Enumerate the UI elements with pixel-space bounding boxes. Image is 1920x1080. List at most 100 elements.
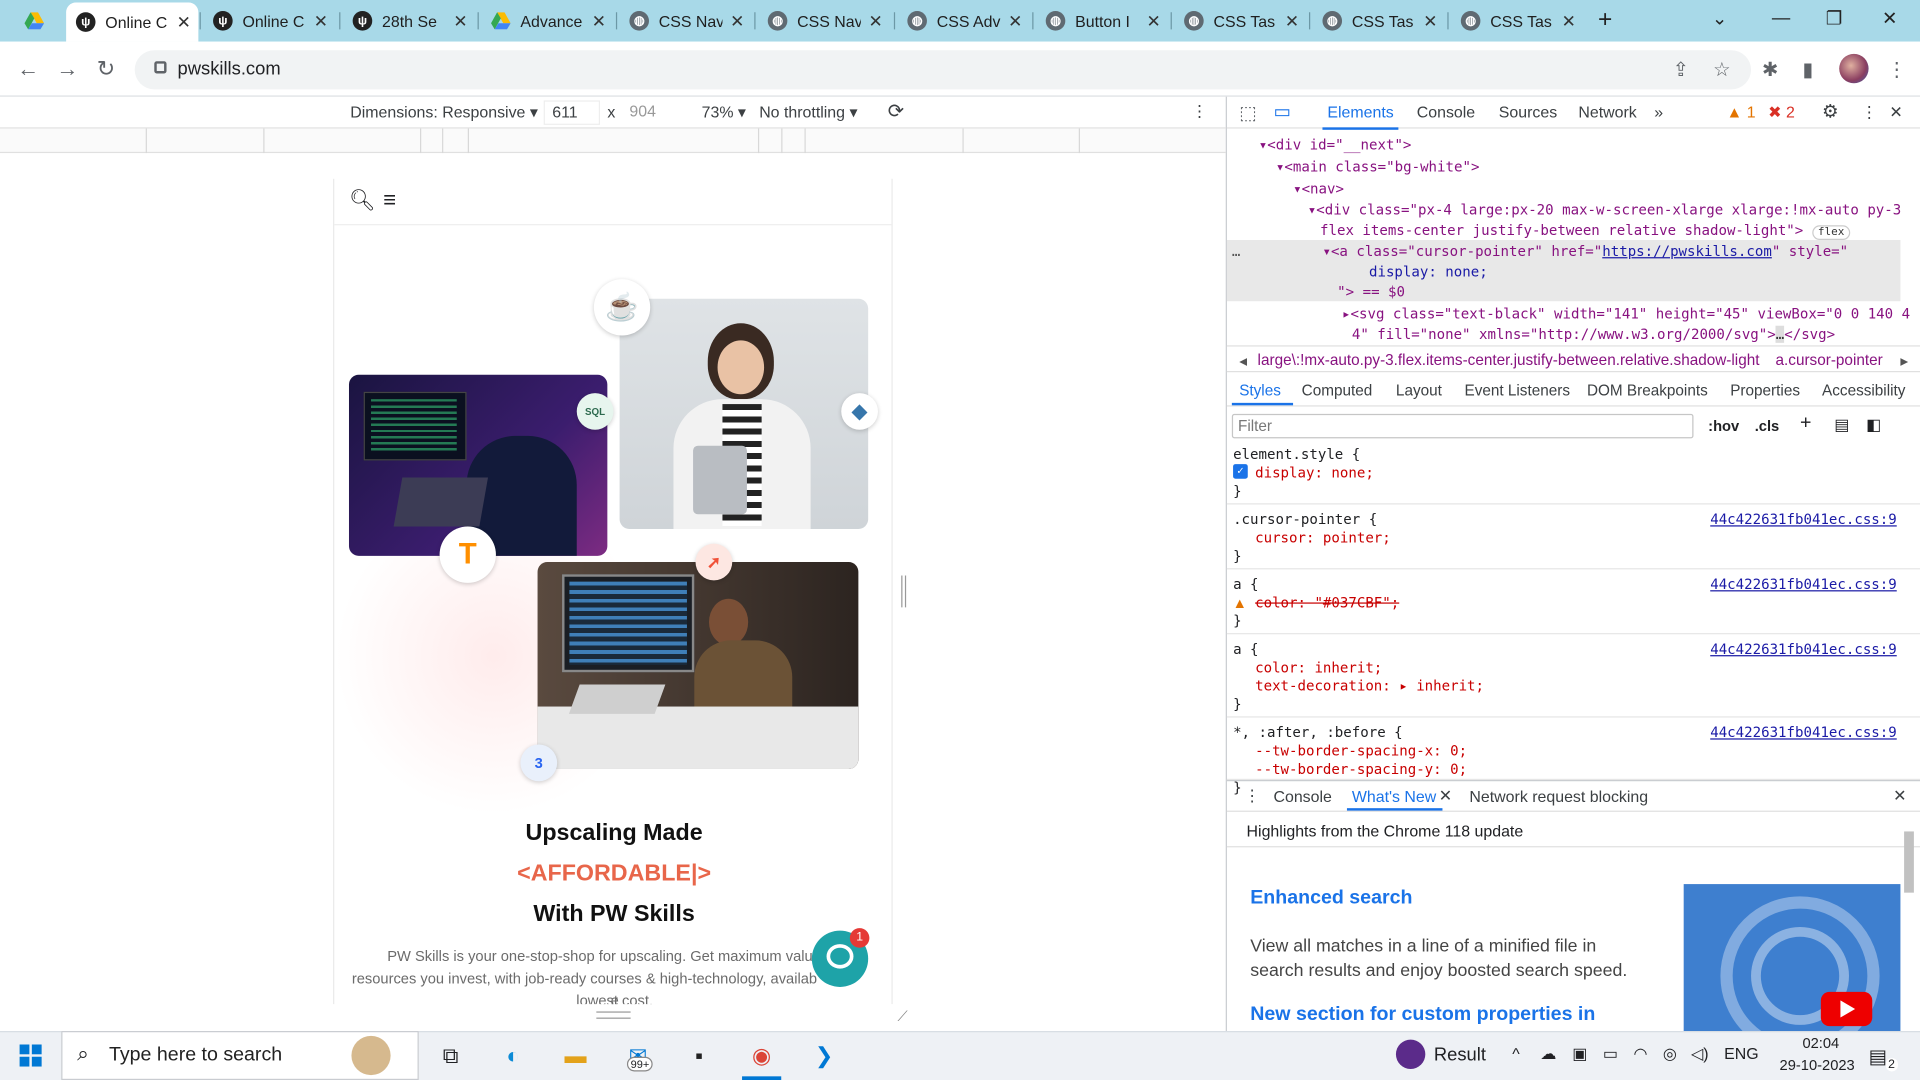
drawer-tab-network-blocking[interactable]: Network request blocking bbox=[1469, 787, 1648, 805]
dimensions-select[interactable]: Dimensions: Responsive ▾ bbox=[350, 103, 538, 123]
browser-tab[interactable]: ◍ CSS Tas ✕ bbox=[1451, 5, 1583, 37]
minimize-button[interactable]: — bbox=[1772, 7, 1790, 28]
file-explorer-icon[interactable]: ▬ bbox=[558, 1040, 592, 1072]
property-checkbox[interactable]: ✓ bbox=[1233, 464, 1248, 479]
styles-filter-input[interactable]: Filter bbox=[1231, 413, 1694, 439]
breadcrumb-anchor[interactable]: a.cursor-pointer bbox=[1776, 351, 1883, 368]
tab-elements[interactable]: Elements bbox=[1322, 103, 1399, 130]
browser-tab[interactable]: ◍ CSS Tas ✕ bbox=[1313, 5, 1445, 37]
chrome-menu-icon[interactable]: ⋮ bbox=[1887, 58, 1907, 82]
camera-icon[interactable]: ◎ bbox=[1663, 1044, 1677, 1064]
resize-handle-bottom[interactable] bbox=[596, 1011, 631, 1019]
browser-tab[interactable]: Advance ✕ bbox=[481, 5, 613, 37]
css-property[interactable]: --tw-border-spacing-x: 0; bbox=[1255, 742, 1467, 759]
whats-new-video-thumbnail[interactable] bbox=[1683, 884, 1901, 1032]
chrome-icon[interactable]: ◉ bbox=[744, 1040, 778, 1072]
share-icon[interactable]: ⇪ bbox=[1673, 58, 1689, 82]
styles-subtab-properties[interactable]: Properties bbox=[1730, 382, 1800, 399]
errors-count[interactable]: ✖ 2 bbox=[1768, 103, 1795, 123]
profile-avatar[interactable] bbox=[1839, 53, 1869, 84]
css-property[interactable]: cursor: pointer; bbox=[1255, 529, 1391, 546]
new-style-rule-icon[interactable]: + bbox=[1800, 413, 1811, 435]
reload-icon[interactable]: ↻ bbox=[97, 56, 115, 82]
css-rule-source-link[interactable]: 44c422631fb041ec.css:9 bbox=[1710, 511, 1897, 528]
notifications-icon[interactable]: ▤ bbox=[1869, 1044, 1888, 1068]
tray-overflow-icon[interactable]: ^ bbox=[1512, 1044, 1519, 1062]
throttling-select[interactable]: No throttling ▾ bbox=[759, 103, 857, 123]
close-tab-icon[interactable]: ✕ bbox=[453, 10, 467, 31]
tab-sources[interactable]: Sources bbox=[1499, 103, 1557, 121]
language-indicator[interactable]: ENG bbox=[1724, 1044, 1758, 1062]
volume-icon[interactable]: ◁) bbox=[1691, 1044, 1709, 1064]
tab-network[interactable]: Network bbox=[1578, 103, 1636, 121]
flex-badge[interactable]: flex bbox=[1811, 225, 1851, 241]
battery-icon[interactable]: ▭ bbox=[1603, 1044, 1618, 1064]
clock-date[interactable]: 29-10-2023 bbox=[1768, 1057, 1866, 1074]
bookmark-star-icon[interactable]: ☆ bbox=[1713, 58, 1731, 82]
browser-tab[interactable]: ψ Online C ✕ bbox=[66, 2, 199, 42]
close-window-button[interactable]: ✕ bbox=[1882, 7, 1897, 30]
close-tab-icon[interactable]: ✕ bbox=[1423, 10, 1437, 31]
breadcrumb-div[interactable]: large\:!mx-auto.py-3.flex.items-center.j… bbox=[1258, 351, 1760, 368]
vscode-icon[interactable]: ❯ bbox=[807, 1040, 841, 1072]
lock-icon[interactable] bbox=[154, 61, 167, 74]
close-tab-icon[interactable]: ✕ bbox=[1146, 10, 1160, 31]
drawer-tab-console[interactable]: Console bbox=[1273, 787, 1331, 805]
settings-gear-icon[interactable]: ⚙ bbox=[1822, 100, 1838, 123]
css-property[interactable]: --tw-border-spacing-y: 0; bbox=[1255, 760, 1467, 777]
styles-subtab-computed[interactable]: Computed bbox=[1302, 382, 1373, 399]
dom-node-svg-cont[interactable]: 4" fill="none" xmlns="http://www.w3.org/… bbox=[1352, 325, 1835, 343]
css-rule[interactable]: element.style {✓ display: none;} bbox=[1226, 443, 1920, 505]
css-property[interactable]: text-decoration: ▸ inherit; bbox=[1255, 677, 1484, 694]
more-tabs-icon[interactable]: » bbox=[1654, 103, 1663, 121]
new-tab-button[interactable]: + bbox=[1598, 6, 1612, 34]
maximize-button[interactable]: ❐ bbox=[1826, 7, 1842, 30]
browser-tab[interactable] bbox=[15, 5, 57, 37]
taskbar-search[interactable]: ⌕ Type here to search bbox=[61, 1031, 419, 1080]
node-actions-icon[interactable]: … bbox=[1232, 242, 1240, 259]
browser-tab[interactable]: ◍ Button I ✕ bbox=[1036, 5, 1168, 37]
close-tab-icon[interactable]: ✕ bbox=[1285, 10, 1299, 31]
clock-time[interactable]: 02:04 bbox=[1790, 1035, 1851, 1052]
windows-start-icon[interactable] bbox=[19, 1044, 42, 1067]
browser-tab[interactable]: ψ Online C ✕ bbox=[203, 5, 335, 37]
inspect-element-icon[interactable]: ⬚ bbox=[1239, 102, 1256, 124]
side-panel-icon[interactable]: ▮ bbox=[1802, 58, 1813, 82]
cls-toggle[interactable]: .cls bbox=[1755, 418, 1780, 435]
close-tab-icon[interactable]: ✕ bbox=[730, 10, 744, 31]
dom-node-div-cont[interactable]: flex items-center justify-between relati… bbox=[1320, 222, 1851, 241]
device-mode-icon[interactable]: ▭ bbox=[1273, 100, 1290, 123]
dom-node-div[interactable]: ▾<div class="px-4 large:px-20 max-w-scre… bbox=[1308, 201, 1901, 218]
menu-icon[interactable]: ≡ bbox=[383, 187, 396, 213]
width-input[interactable]: 611 bbox=[543, 100, 601, 125]
dom-node-next[interactable]: ▾<div id="__next"> bbox=[1259, 136, 1412, 153]
close-tab-icon[interactable]: ✕ bbox=[868, 10, 882, 31]
dom-node-main[interactable]: ▾<main class="bg-white"> bbox=[1276, 158, 1479, 175]
whats-new-title1[interactable]: Enhanced search bbox=[1250, 888, 1412, 910]
resize-handle-right[interactable] bbox=[901, 575, 907, 608]
styles-subtab-accessibility[interactable]: Accessibility bbox=[1822, 382, 1905, 399]
drawer-tab-whats-new[interactable]: What's New bbox=[1352, 787, 1436, 805]
color-format-icon[interactable]: ▤ bbox=[1834, 415, 1849, 435]
address-bar[interactable] bbox=[134, 50, 1752, 90]
styles-subtab-event-listeners[interactable]: Event Listeners bbox=[1465, 382, 1571, 399]
hov-toggle[interactable]: :hov bbox=[1708, 418, 1739, 435]
css-property[interactable]: color: inherit; bbox=[1255, 659, 1382, 676]
zoom-select[interactable]: 73% ▾ bbox=[702, 103, 746, 123]
device-more-icon[interactable]: ⋮ bbox=[1191, 102, 1207, 122]
css-rule[interactable]: .cursor-pointer {44c422631fb041ec.css:9 c… bbox=[1226, 508, 1920, 570]
styles-subtab-dom-breakpoints[interactable]: DOM Breakpoints bbox=[1587, 382, 1708, 399]
search-icon[interactable]: 🔍︎ bbox=[349, 189, 375, 213]
rotate-icon[interactable]: ⟳ bbox=[888, 99, 904, 123]
css-rule-source-link[interactable]: 44c422631fb041ec.css:9 bbox=[1710, 640, 1897, 657]
css-rule[interactable]: a {44c422631fb041ec.css:9 ▲ color: "#037CB… bbox=[1226, 573, 1920, 635]
anchor-href-link[interactable]: https://pwskills.com bbox=[1602, 242, 1772, 259]
height-input[interactable]: 904 bbox=[622, 100, 678, 124]
css-rule[interactable]: a {44c422631fb041ec.css:9 color: inherit;… bbox=[1226, 638, 1920, 718]
edge-icon[interactable]: ◐ bbox=[496, 1040, 530, 1072]
extensions-icon[interactable]: ✱ bbox=[1762, 58, 1778, 82]
whats-new-title2[interactable]: New section for custom properties in bbox=[1250, 1004, 1595, 1026]
dom-node-svg[interactable]: ▸<svg class="text-black" width="141" hei… bbox=[1342, 305, 1910, 322]
tab-console[interactable]: Console bbox=[1417, 103, 1475, 121]
dom-node-anchor[interactable]: ▾<a class="cursor-pointer" href="https:/… bbox=[1322, 242, 1848, 259]
